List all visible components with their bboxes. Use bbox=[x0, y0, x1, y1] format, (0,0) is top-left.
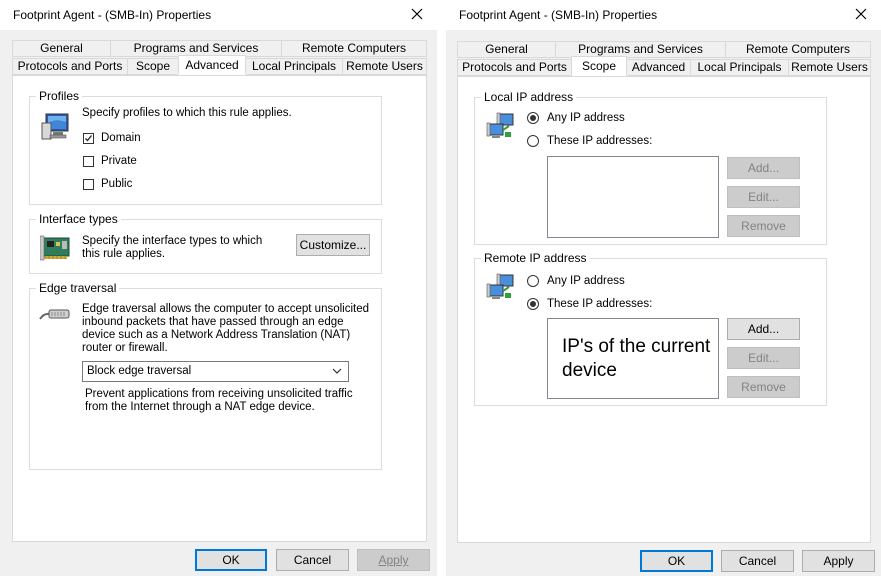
local-these-ip-radio[interactable] bbox=[527, 135, 539, 147]
dialog-title: Footprint Agent - (SMB-In) Properties bbox=[459, 8, 658, 22]
apply-label: Apply bbox=[378, 553, 409, 567]
tab-local-principals[interactable]: Local Principals bbox=[690, 59, 789, 76]
tab-row-bottom: Protocols and Ports Scope Advanced Local… bbox=[457, 56, 871, 77]
remote-edit-button[interactable]: Edit... bbox=[727, 347, 800, 369]
dialog-title: Footprint Agent - (SMB-In) Properties bbox=[13, 8, 212, 22]
local-remove-button[interactable]: Remove bbox=[727, 215, 800, 237]
tab-general[interactable]: General bbox=[457, 41, 556, 58]
close-button[interactable] bbox=[849, 4, 873, 26]
edge-traversal-selected-value: Block edge traversal bbox=[87, 365, 192, 377]
remote-these-ip-radio[interactable] bbox=[527, 298, 539, 310]
remote-any-ip-label: Any IP address bbox=[547, 275, 625, 287]
remote-ip-label: Remote IP address bbox=[481, 251, 590, 265]
tab-advanced[interactable]: Advanced bbox=[178, 55, 246, 75]
public-label: Public bbox=[101, 178, 133, 190]
tab-remote-users[interactable]: Remote Users bbox=[788, 59, 871, 76]
profiles-group: Profiles Specify profiles to which this … bbox=[29, 89, 382, 205]
private-checkbox[interactable] bbox=[83, 156, 94, 167]
edge-traversal-select[interactable]: Block edge traversal bbox=[82, 361, 349, 382]
interface-types-label: Interface types bbox=[36, 212, 121, 226]
remote-any-ip-radio[interactable] bbox=[527, 275, 539, 287]
tab-advanced[interactable]: Advanced bbox=[626, 59, 691, 76]
local-these-ip-label: These IP addresses: bbox=[547, 135, 653, 147]
tab-remote-users[interactable]: Remote Users bbox=[342, 58, 427, 75]
remote-add-button[interactable]: Add... bbox=[727, 318, 800, 340]
apply-button[interactable]: Apply bbox=[802, 550, 875, 572]
tab-protocols-and-ports[interactable]: Protocols and Ports bbox=[12, 58, 128, 75]
tab-remote-computers[interactable]: Remote Computers bbox=[725, 41, 871, 58]
edge-traversal-description: Edge traversal allows the computer to ac… bbox=[82, 303, 370, 354]
local-any-ip-label: Any IP address bbox=[547, 112, 625, 124]
edge-traversal-group: Edge traversal Edge traversal allows the… bbox=[29, 281, 382, 470]
tab-row-top: General Programs and Services Remote Com… bbox=[457, 41, 871, 59]
close-icon bbox=[855, 8, 867, 20]
computer-monitor-icon bbox=[41, 113, 69, 140]
remote-these-ip-label: These IP addresses: bbox=[547, 298, 653, 310]
chevron-down-icon bbox=[332, 368, 342, 374]
cancel-button[interactable]: Cancel bbox=[276, 549, 349, 571]
advanced-properties-dialog: Footprint Agent - (SMB-In) Properties Ge… bbox=[0, 0, 437, 576]
scope-properties-dialog: Footprint Agent - (SMB-In) Properties Ge… bbox=[446, 0, 881, 576]
local-edit-button[interactable]: Edit... bbox=[727, 186, 800, 208]
edge-traversal-label: Edge traversal bbox=[36, 281, 120, 295]
profiles-label: Profiles bbox=[36, 89, 83, 103]
tab-panel: Profiles Specify profiles to which this … bbox=[12, 75, 427, 542]
local-ip-group: Local IP address Any IP address These IP… bbox=[474, 90, 827, 245]
network-computers-icon bbox=[486, 112, 514, 138]
edge-traversal-help-text: Prevent applications from receiving unso… bbox=[85, 388, 353, 413]
domain-checkbox[interactable] bbox=[83, 133, 94, 144]
ok-button[interactable]: OK bbox=[195, 549, 267, 571]
tab-protocols-and-ports[interactable]: Protocols and Ports bbox=[457, 59, 572, 76]
edge-cable-icon bbox=[39, 309, 70, 320]
title-bar: Footprint Agent - (SMB-In) Properties bbox=[446, 0, 881, 30]
profiles-description: Specify profiles to which this rule appl… bbox=[82, 107, 292, 119]
private-label: Private bbox=[101, 155, 137, 167]
remote-ip-list[interactable]: IP's of the current device bbox=[547, 318, 719, 399]
remote-remove-button[interactable]: Remove bbox=[727, 376, 800, 398]
interface-types-group: Interface types Specify the interface ty… bbox=[29, 212, 382, 274]
tab-panel: Local IP address Any IP address These IP… bbox=[457, 76, 871, 543]
apply-label: Apply bbox=[823, 554, 854, 568]
domain-label: Domain bbox=[101, 132, 141, 144]
checkmark-icon bbox=[85, 135, 93, 142]
customize-button[interactable]: Customize... bbox=[296, 234, 370, 256]
apply-button[interactable]: Apply bbox=[357, 549, 430, 571]
title-bar: Footprint Agent - (SMB-In) Properties bbox=[0, 0, 437, 30]
local-ip-label: Local IP address bbox=[481, 90, 577, 104]
local-add-button[interactable]: Add... bbox=[727, 157, 800, 179]
tab-scope[interactable]: Scope bbox=[571, 56, 627, 76]
close-button[interactable] bbox=[405, 4, 429, 26]
tab-scope[interactable]: Scope bbox=[127, 58, 179, 75]
public-checkbox[interactable] bbox=[83, 179, 94, 190]
dialog-body: General Programs and Services Remote Com… bbox=[0, 30, 437, 576]
remote-ip-group: Remote IP address Any IP address These I… bbox=[474, 251, 827, 406]
local-any-ip-radio[interactable] bbox=[527, 112, 539, 124]
tab-remote-computers[interactable]: Remote Computers bbox=[281, 40, 427, 57]
remote-ip-list-text: IP's of the current device bbox=[562, 336, 711, 381]
ok-button[interactable]: OK bbox=[640, 550, 713, 572]
tab-local-principals[interactable]: Local Principals bbox=[245, 58, 343, 75]
network-card-icon bbox=[40, 235, 70, 261]
tab-row-bottom: Protocols and Ports Scope Advanced Local… bbox=[12, 55, 427, 76]
close-icon bbox=[411, 8, 423, 20]
cancel-button[interactable]: Cancel bbox=[721, 550, 794, 572]
tab-general[interactable]: General bbox=[12, 40, 111, 57]
dialog-body: General Programs and Services Remote Com… bbox=[446, 30, 881, 576]
network-computers-icon bbox=[486, 273, 514, 299]
local-ip-list[interactable] bbox=[547, 156, 719, 238]
interface-types-description: Specify the interface types to which thi… bbox=[82, 235, 263, 260]
